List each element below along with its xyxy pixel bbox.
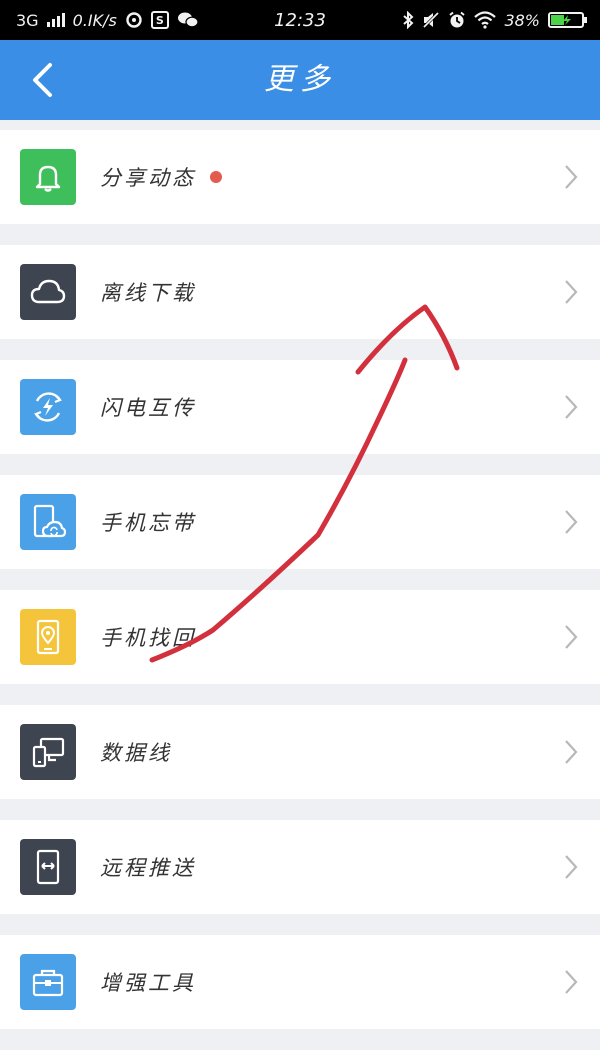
status-left: 3G 0.IK/s S [16, 11, 199, 30]
menu-item-data-cable[interactable]: 数据线 [0, 705, 600, 799]
menu-item-label: 手机找回 [100, 626, 196, 650]
menu-item-label: 数据线 [100, 741, 172, 765]
header-bar: 更多 [0, 40, 600, 120]
menu-item-offline-download[interactable]: 离线下载 [0, 245, 600, 339]
alarm-icon [449, 11, 466, 28]
chevron-right-icon [565, 740, 578, 764]
chevron-right-icon [565, 510, 578, 534]
phone-cloud-icon [20, 494, 76, 550]
menu-item-label: 增强工具 [100, 971, 196, 995]
signal-icon [46, 13, 65, 27]
chevron-right-icon [565, 280, 578, 304]
chevron-right-icon [565, 970, 578, 994]
chevron-right-icon [565, 625, 578, 649]
chevron-right-icon [565, 395, 578, 419]
menu-item-remote-push[interactable]: 远程推送 [0, 820, 600, 914]
network-type: 3G [16, 10, 39, 30]
s-app-icon: S [150, 11, 169, 29]
notification-dot [210, 171, 222, 183]
status-bar: 3G 0.IK/s S 12:33 38% [0, 0, 600, 40]
menu-item-label: 远程推送 [100, 856, 196, 880]
devices-icon [20, 724, 76, 780]
remote-push-icon [20, 839, 76, 895]
menu-item-label: 离线下载 [100, 281, 196, 305]
sync-icon [126, 12, 142, 28]
network-speed: 0.IK/s [72, 10, 117, 30]
bluetooth-icon [403, 11, 414, 29]
menu-item-flash-transfer[interactable]: 闪电互传 [0, 360, 600, 454]
chevron-right-icon [565, 165, 578, 189]
cloud-icon [20, 264, 76, 320]
battery-icon [548, 12, 587, 28]
status-right: 38% [402, 11, 588, 30]
menu-item-share-status[interactable]: 分享动态 [0, 130, 600, 224]
menu-item-label: 分享动态 [100, 166, 196, 190]
toolbox-icon [20, 954, 76, 1010]
wechat-icon [177, 12, 199, 28]
battery-percent: 38% [504, 10, 540, 30]
wifi-icon [474, 11, 497, 29]
page-title: 更多 [264, 62, 336, 97]
menu-item-label: 闪电互传 [100, 396, 196, 420]
menu-item-phone-forgotten[interactable]: 手机忘带 [0, 475, 600, 569]
mute-icon [423, 11, 440, 29]
lightning-sync-icon [20, 379, 76, 435]
phone-location-icon [20, 609, 76, 665]
menu-item-enhance-tools[interactable]: 增强工具 [0, 935, 600, 1029]
more-options-list: 分享动态 离线下载 闪电互传 手机忘带 手机找回 数据线 远程推送 增强工具 [0, 130, 600, 1050]
bell-icon [20, 149, 76, 205]
menu-item-label: 手机忘带 [100, 511, 196, 535]
menu-item-phone-recovery[interactable]: 手机找回 [0, 590, 600, 684]
chevron-right-icon [565, 855, 578, 879]
